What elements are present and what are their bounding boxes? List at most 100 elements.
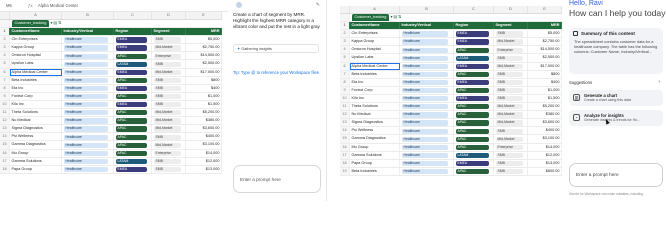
cell-customer-name[interactable]: Papa Group — [10, 165, 62, 173]
cell-region[interactable]: EMEA — [114, 100, 152, 109]
segment-chip[interactable]: Mid-Market — [495, 104, 524, 110]
row-number[interactable]: 11 — [0, 109, 10, 117]
column-header-c[interactable]: C — [114, 12, 152, 19]
cell-customer-name[interactable]: Beta Industries — [10, 76, 62, 84]
cell-customer-name[interactable]: Nu Medical — [350, 111, 400, 119]
cell-customer-name[interactable]: Beta Industries — [350, 70, 400, 78]
cell-industry[interactable]: Healthcare — [62, 52, 114, 60]
region-chip[interactable]: APAC — [455, 47, 489, 53]
row-number[interactable]: 15 — [0, 141, 10, 149]
cell-mrr[interactable]: $600.00 — [528, 167, 562, 175]
cell-region[interactable]: EMEA — [454, 159, 494, 167]
industry-chip[interactable]: Healthcare — [401, 112, 448, 118]
row-number[interactable]: 4 — [0, 52, 10, 60]
cell-mrr[interactable]: $2,500.00 — [528, 54, 562, 62]
segment-chip[interactable]: Mid-Market — [153, 69, 182, 75]
segment-chip[interactable]: SMB — [153, 134, 182, 140]
cell-region[interactable]: LATAM — [114, 157, 152, 165]
cell-segment[interactable]: SMB — [494, 167, 528, 175]
cell-segment[interactable]: Mid-Market — [152, 125, 186, 133]
cell-industry[interactable]: Healthcare — [400, 38, 454, 46]
cell-industry[interactable]: Healthcare — [62, 149, 114, 157]
select-all-corner[interactable] — [340, 6, 350, 13]
row-number[interactable]: 6 — [340, 62, 350, 70]
table-column-header[interactable]: Region — [114, 28, 152, 36]
region-chip[interactable]: APAC — [455, 88, 489, 94]
row-number[interactable]: 7 — [0, 76, 10, 84]
cell-industry[interactable]: Healthcare — [400, 151, 454, 159]
cell-region[interactable]: APAC — [454, 143, 494, 151]
cell-industry[interactable]: Healthcare — [62, 36, 114, 44]
edit-icon[interactable]: ✎ — [316, 2, 320, 8]
cell-region[interactable]: EMEA — [114, 84, 152, 92]
table-column-header[interactable]: Region — [454, 22, 494, 30]
cell-segment[interactable]: Mid-Market — [494, 38, 528, 46]
row-number[interactable]: 1 — [340, 22, 350, 30]
cell-region[interactable]: APAC — [454, 111, 494, 119]
cell-segment[interactable]: SMB — [494, 78, 528, 86]
industry-chip[interactable]: Healthcare — [63, 94, 108, 100]
industry-chip[interactable]: Healthcare — [401, 152, 448, 158]
industry-chip[interactable]: Healthcare — [63, 158, 108, 164]
cell-customer-name[interactable]: Kappa Group — [10, 44, 62, 52]
column-header-b[interactable]: B — [62, 12, 114, 19]
cell-mrr[interactable]: $13,000 — [186, 165, 222, 173]
row-number[interactable] — [340, 14, 350, 22]
segment-chip[interactable]: Mid-Market — [153, 110, 182, 116]
segment-chip[interactable]: Mid-Market — [153, 142, 182, 148]
summary-card[interactable]: Summary of this content The spreadsheet … — [569, 28, 663, 74]
row-number[interactable]: 16 — [340, 143, 350, 151]
region-chip[interactable]: LATAM — [455, 55, 489, 61]
table-column-header[interactable]: CustomerName — [350, 22, 400, 30]
cell-mrr[interactable]: $400 — [528, 78, 562, 86]
cell-customer-name[interactable]: Gamma Solutions — [350, 151, 400, 159]
segment-chip[interactable]: Mid-Market — [153, 45, 182, 51]
column-header-d[interactable]: D — [152, 12, 186, 19]
row-number[interactable]: 10 — [0, 100, 10, 109]
industry-chip[interactable]: Healthcare — [401, 168, 448, 175]
column-header-a[interactable]: A — [350, 6, 400, 13]
row-number[interactable]: 14 — [340, 127, 350, 135]
row-number[interactable]: 4 — [340, 46, 350, 54]
segment-chip[interactable]: Mid-Market — [495, 39, 524, 45]
cell-segment[interactable]: Mid-Market — [494, 111, 528, 119]
industry-chip[interactable]: Healthcare — [63, 77, 108, 84]
segment-chip[interactable]: Mid-Market — [153, 118, 182, 124]
row-number[interactable]: 14 — [0, 133, 10, 141]
cell-region[interactable]: APAC — [454, 86, 494, 94]
chevron-right-icon[interactable]: › — [658, 79, 660, 85]
industry-chip[interactable]: Healthcare — [63, 53, 108, 59]
industry-chip[interactable]: Healthcare — [63, 45, 108, 51]
cell-region[interactable]: LATAM — [114, 60, 152, 68]
segment-chip[interactable]: SMB — [495, 96, 524, 102]
industry-chip[interactable]: Healthcare — [63, 61, 108, 67]
industry-chip[interactable]: Healthcare — [401, 128, 448, 134]
segment-chip[interactable]: SMB — [153, 158, 182, 164]
cell-mrr[interactable]: $3,600.00 — [528, 119, 562, 127]
region-chip[interactable]: APAC — [115, 53, 147, 59]
segment-chip[interactable]: SMB — [153, 102, 182, 108]
spreadsheet-grid[interactable]: A B C D E Customer_tracking ▾ ▤ ⇅ 1 CustomerNam… — [340, 6, 562, 176]
region-chip[interactable]: LATAM — [455, 152, 489, 158]
cell-segment[interactable]: SMB — [494, 54, 528, 62]
region-chip[interactable]: EMEA — [115, 85, 147, 92]
cell-industry[interactable]: Healthcare — [400, 111, 454, 119]
cell-region[interactable]: LATAM — [454, 151, 494, 159]
cell-region[interactable]: APAC — [454, 167, 494, 175]
segment-chip[interactable]: SMB — [495, 31, 524, 37]
region-chip[interactable]: APAC — [115, 110, 147, 116]
cell-mrr[interactable]: $400.00 — [528, 127, 562, 135]
cell-customer-name[interactable]: Theta Solutions — [350, 103, 400, 111]
cell-industry[interactable]: Healthcare — [400, 143, 454, 151]
segment-chip[interactable]: SMB — [495, 55, 524, 61]
cell-industry[interactable]: Healthcare — [400, 30, 454, 38]
cell-mrr[interactable]: $800 — [528, 70, 562, 78]
region-chip[interactable]: APAC — [455, 144, 489, 150]
industry-chip[interactable]: Healthcare — [401, 71, 448, 78]
cell-customer-name[interactable]: Gamma Diagnostics — [10, 141, 62, 149]
cell-region[interactable]: APAC — [454, 135, 494, 143]
cell-region[interactable]: EMEA — [454, 62, 494, 70]
column-header-a[interactable]: A — [10, 12, 62, 19]
cell-mrr[interactable]: $2,750.00 — [528, 38, 562, 46]
industry-chip[interactable]: Healthcare — [63, 69, 108, 75]
